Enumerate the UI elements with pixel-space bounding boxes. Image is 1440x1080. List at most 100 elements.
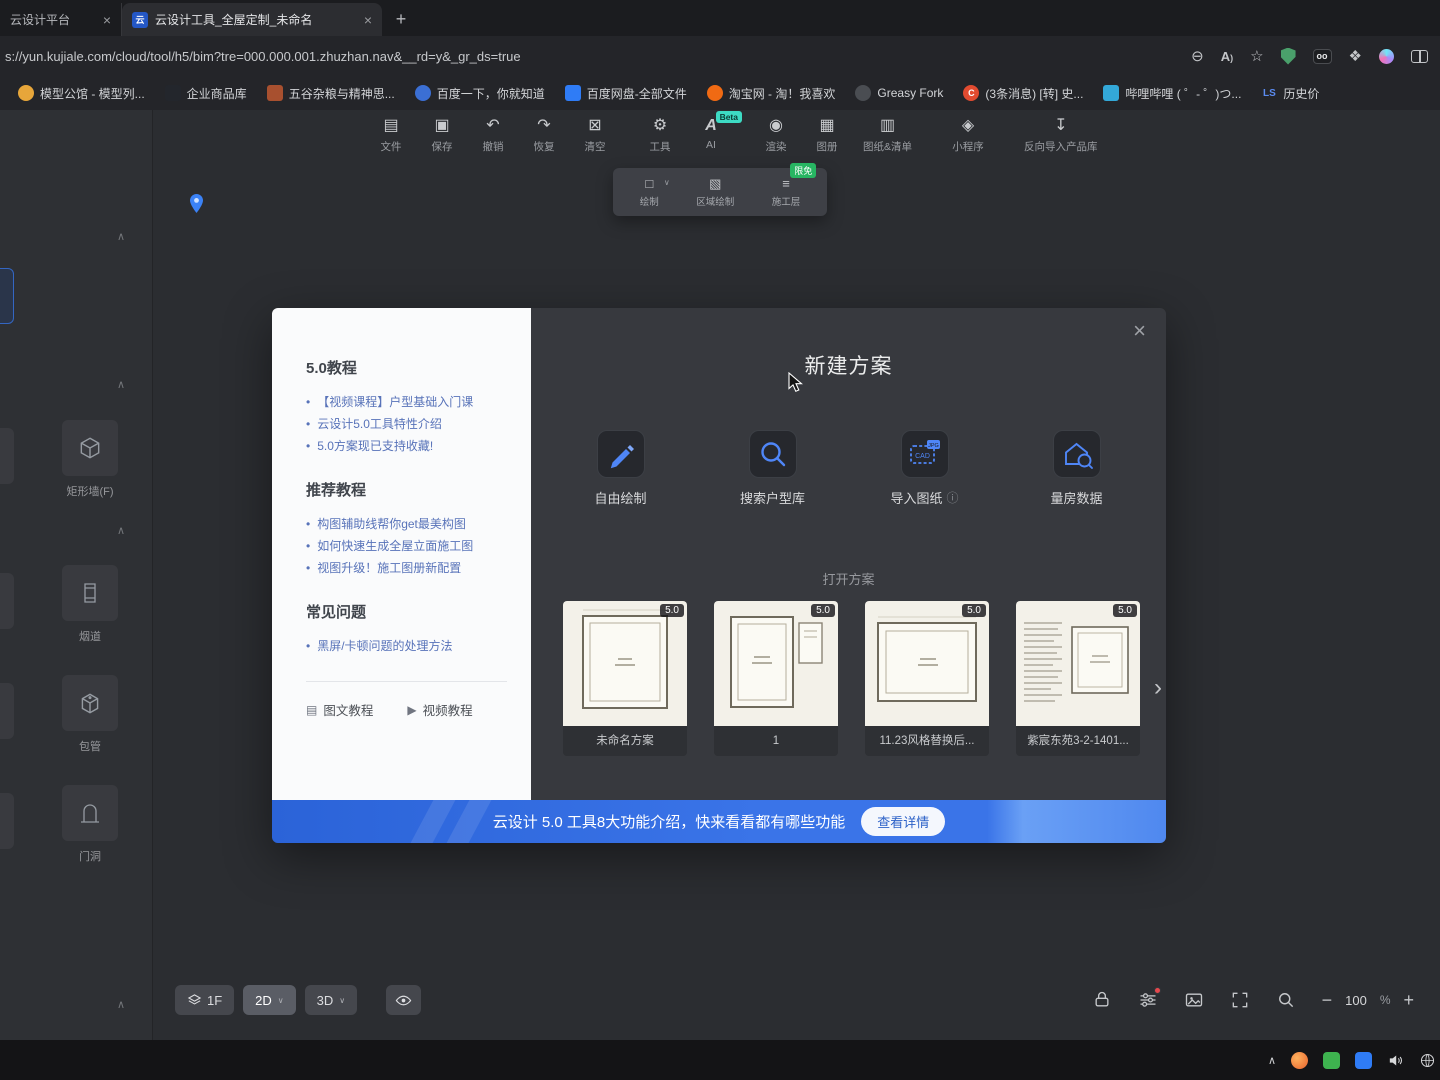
tray-expand-icon[interactable]: ∧ <box>1268 1054 1276 1067</box>
bookmark-label: 百度网盘-全部文件 <box>586 86 687 101</box>
zoom-out-icon[interactable]: ⊖ <box>1191 47 1204 65</box>
play-icon: ▶ <box>407 702 417 717</box>
plan-card[interactable]: 5.0 未命名方案 <box>563 601 687 756</box>
zoom-to-region-icon[interactable] <box>1276 990 1296 1010</box>
visibility-toggle-button[interactable] <box>386 985 422 1015</box>
plan-name: 11.23风格替换后... <box>879 735 975 747</box>
read-aloud-icon[interactable]: A) <box>1221 49 1233 64</box>
video-tutorial-link[interactable]: ▶ 视频教程 <box>407 700 472 719</box>
toolbar-ai-button[interactable]: Beta A AI <box>688 111 742 151</box>
album-icon: ▦ <box>819 117 835 134</box>
tutorial-link[interactable]: • 黑屏/卡顿问题的处理方法 <box>306 638 517 655</box>
network-icon[interactable] <box>1419 1052 1436 1069</box>
toolbar-album-button[interactable]: ▦ 图册 <box>804 116 850 154</box>
tutorial-link[interactable]: • 5.0方案现已支持收藏! <box>306 438 517 455</box>
browser-tab-bar: 云设计平台 × 云 云设计工具_全屋定制_未命名 × + <box>0 0 1440 36</box>
notification-dot <box>1153 987 1161 994</box>
bookmark-item[interactable]: 企业商品库 <box>164 85 247 102</box>
bookmark-item[interactable]: 哔哩哔哩 ( ゜- ゜)つ... <box>1103 85 1241 102</box>
bookmark-label: 企业商品库 <box>186 86 247 101</box>
tutorial-link[interactable]: • 构图辅助线帮你get最美构图 <box>306 516 517 533</box>
bullet-icon: • <box>306 439 311 453</box>
bookmark-item[interactable]: 五谷杂粮与精神思... <box>266 85 395 102</box>
doc-tutorial-link[interactable]: ▤ 图文教程 <box>306 700 373 719</box>
version-badge: 5.0 <box>962 604 986 617</box>
view-details-button[interactable]: 查看详情 <box>861 807 946 836</box>
sheets-icon: ▥ <box>879 117 896 134</box>
tutorial-panel: 5.0教程 • 【视频课程】户型基础入门课 • 云设计5.0工具特性介绍 • 5.0方… <box>272 308 531 800</box>
toolbar-save-button[interactable]: ▣ 保存 <box>419 116 465 154</box>
lock-icon[interactable] <box>1092 990 1112 1010</box>
bookmark-item[interactable]: 百度一下，你就知道 <box>414 85 545 102</box>
browser-tab-active[interactable]: 云 云设计工具_全屋定制_未命名 × <box>122 3 382 36</box>
free-draw-option[interactable]: 自由绘制 <box>574 430 668 507</box>
info-icon[interactable]: ⓘ <box>947 489 959 506</box>
toolbar-undo-button[interactable]: ↶ 撤销 <box>470 116 516 154</box>
view-3d-button[interactable]: 3D ∨ <box>304 985 358 1015</box>
extension-oo-icon[interactable]: oo <box>1312 48 1332 64</box>
app-tray-icon[interactable] <box>1355 1051 1372 1069</box>
room-measure-data-option[interactable]: 量房数据 <box>1030 430 1124 507</box>
floor-selector-button[interactable]: 1F <box>175 985 235 1015</box>
bookmark-item[interactable]: LS 历史价 <box>1261 85 1319 102</box>
url-input[interactable]: s://yun.kujiale.com/cloud/tool/h5/bim?tr… <box>5 49 1191 64</box>
subtool-draw-button[interactable]: □ ∨ 绘制 <box>640 176 670 208</box>
bookmark-item[interactable]: 淘宝网 - 淘！我喜欢 <box>706 85 836 102</box>
redo-icon: ↷ <box>537 117 551 134</box>
tab-close-icon[interactable]: × <box>364 12 372 28</box>
toolbar-tools-button[interactable]: ⚙ 工具 <box>637 116 683 154</box>
plan-card[interactable]: 5.0 11.23风格替换后... <box>865 601 989 756</box>
bookmark-item[interactable]: Greasy Fork <box>855 85 943 101</box>
plan-name: 未命名方案 <box>596 735 654 747</box>
plan-card[interactable]: 5.0 1 <box>714 601 838 756</box>
plan-card[interactable]: 5.0 紫宸东苑3-2-1401... <box>1016 601 1140 756</box>
bookmark-item[interactable]: C (3条消息) [转] 史... <box>963 85 1083 102</box>
tutorial-link[interactable]: • 如何快速生成全屋立面施工图 <box>306 538 517 555</box>
zoom-in-button[interactable]: + <box>1403 991 1414 1009</box>
browser-tab-inactive[interactable]: 云设计平台 × <box>0 3 122 36</box>
import-icon: ↧ <box>1054 117 1068 134</box>
browser-tray-icon[interactable] <box>1291 1051 1308 1069</box>
plans-scroll-right-chevron[interactable]: › <box>1154 674 1162 702</box>
bullet-icon: • <box>306 639 311 653</box>
subtool-construction-layer-button[interactable]: 限免 ≡ 施工层 <box>772 163 817 208</box>
tab-title: 云设计工具_全屋定制_未命名 <box>155 13 313 27</box>
new-tab-button[interactable]: + <box>386 4 416 34</box>
toolbar-miniapp-button[interactable]: ◈ 小程序 <box>945 116 991 154</box>
plan-name: 紫宸东苑3-2-1401... <box>1027 735 1129 747</box>
copilot-icon[interactable] <box>1379 48 1394 64</box>
sub-toolbar: □ ∨ 绘制 ▧ 区域绘制 限免 ≡ 施工层 <box>613 163 827 216</box>
display-settings-icon[interactable] <box>1138 987 1161 1010</box>
split-screen-icon[interactable] <box>1411 49 1428 63</box>
svg-text:JPG: JPG <box>928 443 939 449</box>
tutorial-link[interactable]: • 【视频课程】户型基础入门课 <box>306 394 517 411</box>
fullscreen-icon[interactable] <box>1230 990 1250 1010</box>
extensions-puzzle-icon[interactable]: ❖ <box>1349 47 1362 65</box>
snapshot-image-icon[interactable] <box>1184 990 1204 1010</box>
toolbar-sheets-button[interactable]: ▥ 图纸&清单 <box>855 116 920 154</box>
toolbar-render-button[interactable]: ◉ 渲染 <box>753 116 799 154</box>
bookmark-item[interactable]: 百度网盘-全部文件 <box>564 85 687 102</box>
plan-thumbnail <box>714 601 838 726</box>
tutorial-link[interactable]: • 视图升级！施工图册新配置 <box>306 560 517 577</box>
bookmark-item[interactable]: 模型公馆 - 模型列... <box>18 85 145 102</box>
chat-app-tray-icon[interactable] <box>1323 1051 1340 1069</box>
close-icon[interactable]: × <box>1133 320 1146 342</box>
bookmark-label: 淘宝网 - 淘！我喜欢 <box>728 86 836 101</box>
toolbar-redo-button[interactable]: ↷ 恢复 <box>521 116 567 154</box>
tutorial-link[interactable]: • 云设计5.0工具特性介绍 <box>306 416 517 433</box>
open-plan-section-title: 打开方案 <box>822 572 875 587</box>
adguard-shield-icon[interactable] <box>1280 47 1296 65</box>
volume-icon[interactable] <box>1387 1052 1404 1069</box>
zoom-out-button[interactable]: − <box>1322 991 1333 1009</box>
toolbar-file-button[interactable]: ▤ 文件 <box>368 116 414 154</box>
favorite-star-icon[interactable]: ☆ <box>1250 47 1263 65</box>
search-floorplan-option[interactable]: 搜索户型库 <box>726 430 820 507</box>
view-2d-button[interactable]: 2D ∨ <box>243 985 296 1015</box>
import-drawing-option[interactable]: CAD JPG 导入图纸 ⓘ <box>878 430 972 507</box>
toolbar-clear-button[interactable]: ⊠ 清空 <box>572 116 618 154</box>
subtool-region-draw-button[interactable]: ▧ 区域绘制 <box>696 176 734 208</box>
toolbar-import-library-button[interactable]: ↧ 反向导入产品库 <box>1016 116 1106 154</box>
tab-close-icon[interactable]: × <box>103 12 111 28</box>
zoom-value[interactable]: 100 <box>1345 993 1367 1008</box>
